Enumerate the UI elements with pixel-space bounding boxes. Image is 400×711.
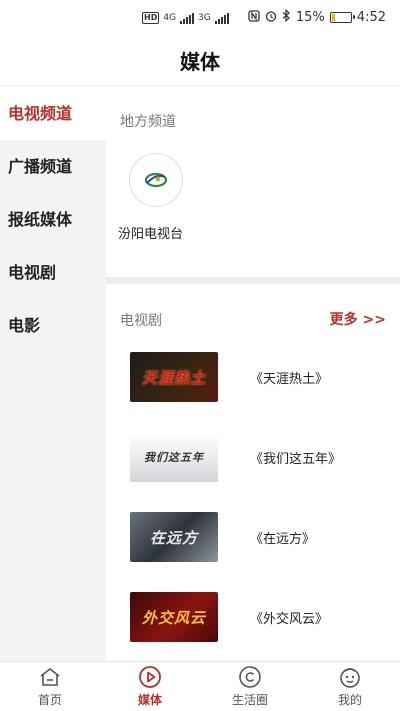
- drama-poster: 外交风云: [130, 592, 218, 642]
- network-type-a: 4G: [163, 13, 177, 23]
- drama-item[interactable]: 我们这五年 《我们这五年》: [130, 431, 390, 483]
- category-sidebar: 电视频道 广播频道 报纸媒体 电视剧 电影: [0, 87, 106, 661]
- sidebar-item-movies[interactable]: 电影: [0, 299, 106, 352]
- poster-title-text: 在远方: [149, 528, 198, 547]
- network-type-b: 3G: [198, 13, 211, 23]
- poster-title-text: 天涯热土: [141, 368, 206, 387]
- sidebar-item-radio-channels[interactable]: 广播频道: [0, 140, 106, 193]
- main-content: 地方频道 汾阳电视台 电视剧 更多 >> 天涯热土 《天涯热土》 我们这五年 《…: [106, 87, 400, 661]
- sidebar-item-tv-dramas[interactable]: 电视剧: [0, 246, 106, 299]
- drama-title: 《在远方》: [250, 531, 316, 547]
- circle-life-icon: [238, 665, 262, 689]
- tab-life-circle[interactable]: 生活圈: [200, 662, 300, 711]
- drama-poster: 我们这五年: [130, 432, 218, 482]
- channel-name: 汾阳电视台: [118, 227, 184, 242]
- tab-home[interactable]: 首页: [0, 662, 100, 711]
- drama-title: 《外交风云》: [250, 611, 329, 627]
- section-divider: [106, 277, 400, 284]
- drama-title: 《我们这五年》: [250, 451, 342, 467]
- tab-label: 生活圈: [231, 693, 268, 707]
- battery-percent: 15%: [295, 9, 325, 25]
- battery-fill: [331, 13, 335, 21]
- tab-label: 我的: [337, 693, 362, 707]
- tab-label: 首页: [37, 693, 62, 707]
- bottom-tab-bar: 首页 媒体 生活圈 我的: [0, 661, 400, 711]
- status-left: HD 4G 3G: [142, 10, 229, 26]
- status-right: 15% 4:52: [248, 8, 386, 25]
- tab-media[interactable]: 媒体: [100, 662, 200, 711]
- page-title: 媒体: [180, 50, 220, 74]
- signal-icon: [180, 12, 195, 24]
- drama-poster: 在远方: [130, 512, 218, 562]
- tab-mine[interactable]: 我的: [300, 662, 400, 711]
- home-icon: [38, 665, 62, 689]
- alarm-icon: [265, 10, 277, 25]
- signal-icon: [214, 12, 229, 24]
- hd-badge: HD: [142, 12, 160, 24]
- smiley-face-icon: [338, 665, 362, 689]
- tab-label: 媒体: [137, 693, 162, 707]
- dramas-heading: 电视剧: [120, 313, 162, 329]
- play-icon: [138, 665, 162, 689]
- bluetooth-icon: [282, 8, 291, 25]
- poster-title-text: 我们这五年: [144, 451, 204, 464]
- clock: 4:52: [356, 9, 386, 25]
- local-channels-heading: 地方频道: [120, 114, 176, 130]
- poster-title-text: 外交风云: [141, 608, 206, 627]
- sidebar-item-tv-channels[interactable]: 电视频道: [0, 87, 106, 140]
- channel-logo: [129, 153, 183, 207]
- more-link[interactable]: 更多 >>: [330, 309, 386, 329]
- status-bar: HD 4G 3G 15% 4:52: [0, 0, 400, 36]
- drama-title: 《天涯热土》: [250, 371, 329, 387]
- channel-card[interactable]: 汾阳电视台: [118, 153, 192, 242]
- drama-item[interactable]: 外交风云 《外交风云》: [130, 591, 390, 643]
- drama-item[interactable]: 在远方 《在远方》: [130, 511, 390, 563]
- nav-bar: 媒体: [0, 36, 400, 86]
- drama-poster: 天涯热土: [130, 352, 218, 402]
- nfc-icon: [248, 9, 260, 25]
- sidebar-item-newspaper-media[interactable]: 报纸媒体: [0, 193, 106, 246]
- battery-icon: [329, 11, 355, 23]
- drama-item[interactable]: 天涯热土 《天涯热土》: [130, 351, 390, 403]
